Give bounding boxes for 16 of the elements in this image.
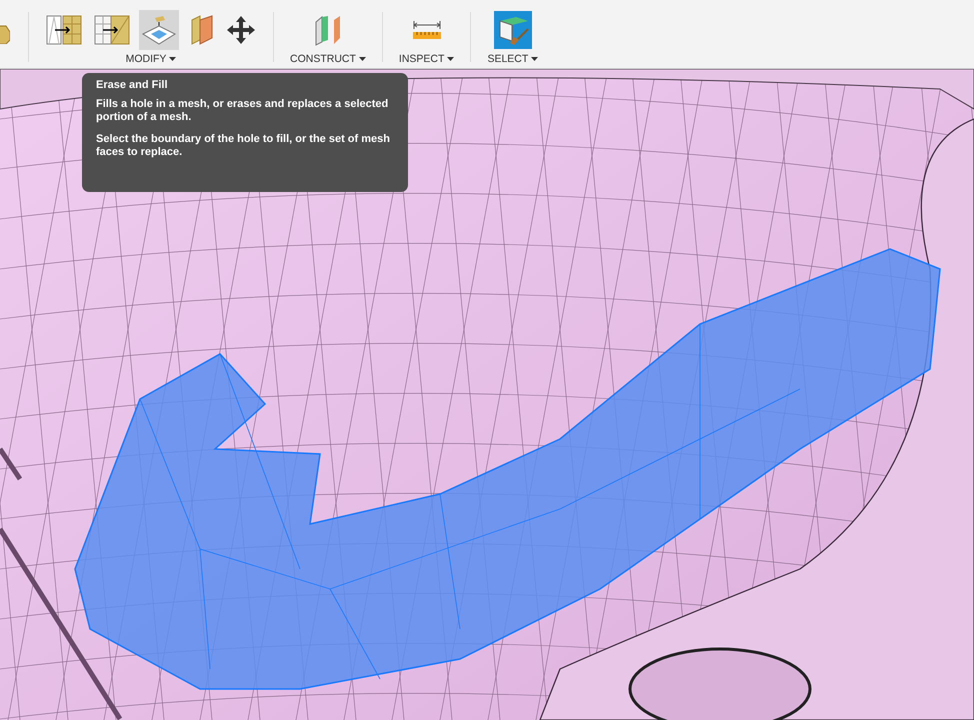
select-paint-icon (494, 11, 532, 49)
tooltip-text: Fills a hole in a mesh, or erases and replaces a selected portion of a mesh. (96, 98, 390, 124)
tooltip-title: Erase and Fill (96, 79, 169, 91)
caret-icon (169, 57, 176, 61)
group-menu-button[interactable]: CONSTRUCT (288, 51, 368, 67)
group-menu-button[interactable]: INSPECT (396, 51, 456, 67)
caret-icon (358, 57, 366, 61)
erase-fill-icon (141, 14, 177, 46)
move-arrows-icon (225, 14, 257, 46)
tool-button[interactable] (492, 10, 534, 50)
group-menu-button[interactable]: SELECT (485, 51, 540, 67)
ruler-icon (412, 19, 442, 41)
group-menu-button[interactable]: MODIFY (124, 51, 178, 67)
caret-icon (447, 57, 454, 61)
tooltip-text: Select the boundary of the hole to fill, or the set of mesh faces to replace. (96, 133, 391, 159)
caret-icon (531, 57, 538, 61)
